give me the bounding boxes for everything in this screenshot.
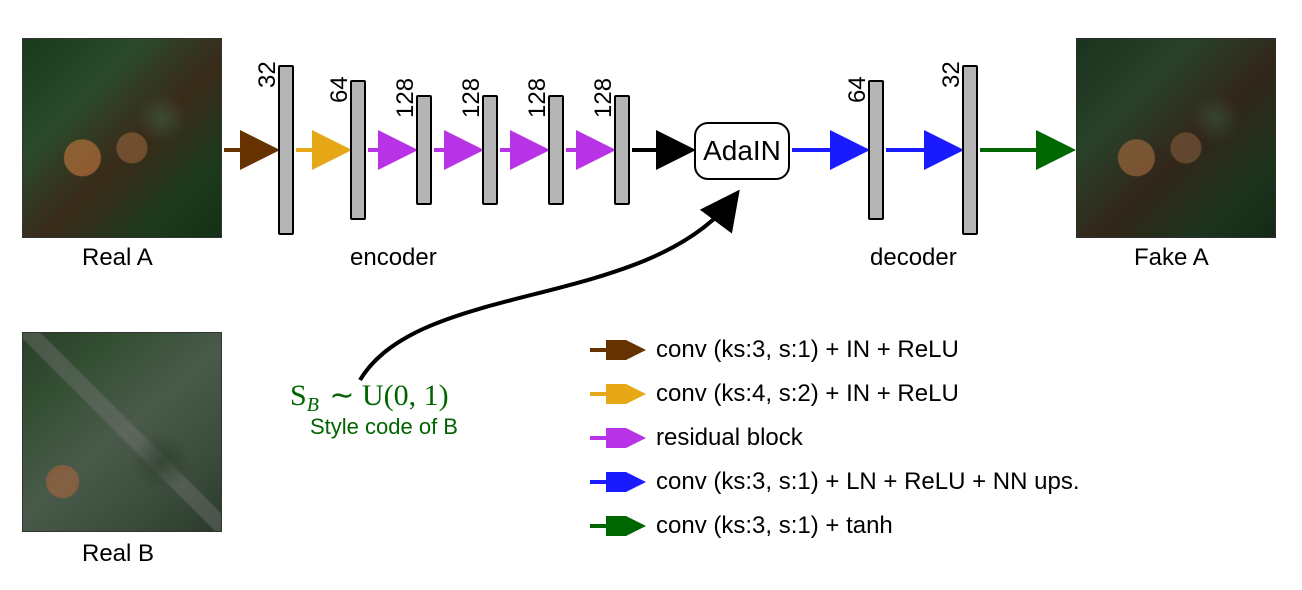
encoder-label: encoder [350,244,437,272]
dec-layer-0-label: 64 [844,76,872,103]
legend-text-4: conv (ks:3, s:1) + tanh [656,512,893,540]
caption-real-b: Real B [82,540,154,568]
legend-text-2: residual block [656,424,803,452]
style-formula-rhs: ∼ U(0, 1) [329,379,448,412]
legend-arrow-1 [588,384,648,404]
legend-text-1: conv (ks:4, s:2) + IN + ReLU [656,380,959,408]
legend-row-0: conv (ks:3, s:1) + IN + ReLU [588,328,1080,372]
image-real-b [22,332,222,532]
enc-layer-0-label: 32 [254,61,282,88]
enc-layer-0 [278,65,294,235]
legend-arrow-4 [588,516,648,536]
legend: conv (ks:3, s:1) + IN + ReLU conv (ks:4,… [588,328,1080,548]
legend-text-0: conv (ks:3, s:1) + IN + ReLU [656,336,959,364]
caption-real-a: Real A [82,244,153,272]
legend-arrow-2 [588,428,648,448]
legend-row-4: conv (ks:3, s:1) + tanh [588,504,1080,548]
image-real-a [22,38,222,238]
legend-row-2: residual block [588,416,1080,460]
style-formula-sub: B [307,394,319,416]
dec-layer-1-label: 32 [938,61,966,88]
enc-layer-3-label: 128 [458,78,486,118]
enc-layer-5-label: 128 [590,78,618,118]
style-sub-label: Style code of B [310,414,458,440]
enc-layer-2-label: 128 [392,78,420,118]
decoder-label: decoder [870,244,957,272]
adain-block: AdaIN [694,122,790,180]
adain-label: AdaIN [703,135,781,167]
legend-row-1: conv (ks:4, s:2) + IN + ReLU [588,372,1080,416]
enc-layer-4-label: 128 [524,78,552,118]
image-fake-a [1076,38,1276,238]
enc-layer-1-label: 64 [326,76,354,103]
caption-fake-a: Fake A [1134,244,1209,272]
dec-layer-1 [962,65,978,235]
legend-arrow-0 [588,340,648,360]
style-formula-lhs: S [290,379,307,412]
style-formula: SB ∼ U(0, 1) [290,378,449,413]
legend-arrow-3 [588,472,648,492]
legend-row-3: conv (ks:3, s:1) + LN + ReLU + NN ups. [588,460,1080,504]
legend-text-3: conv (ks:3, s:1) + LN + ReLU + NN ups. [656,468,1080,496]
